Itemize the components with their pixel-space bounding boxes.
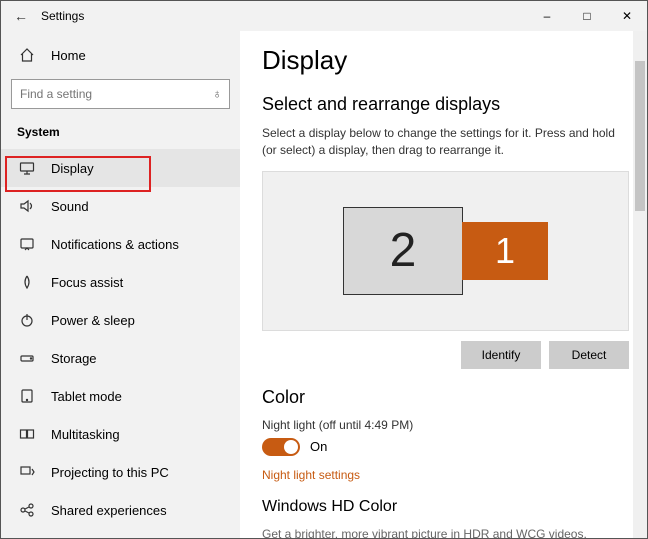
monitor-1[interactable]: 1	[462, 222, 548, 280]
sidebar-item-label: Storage	[51, 351, 97, 366]
monitor-2[interactable]: 2	[343, 207, 463, 295]
identify-button[interactable]: Identify	[461, 341, 541, 369]
back-button[interactable]: ←	[9, 8, 33, 24]
home-nav[interactable]: Home	[1, 37, 240, 73]
hd-color-title: Windows HD Color	[262, 498, 629, 516]
toggle-label: On	[310, 439, 327, 454]
focus-assist-icon	[17, 274, 37, 290]
sidebar: Home ♁ System Display Sound Notification…	[1, 31, 240, 538]
hd-color-desc: Get a brighter, more vibrant picture in …	[262, 526, 629, 538]
category-label: System	[1, 119, 240, 149]
sound-icon	[17, 198, 37, 214]
projecting-icon	[17, 464, 37, 480]
notifications-icon	[17, 236, 37, 252]
titlebar: ← Settings – □ ✕	[1, 1, 647, 31]
scrollbar[interactable]	[633, 31, 647, 538]
search-input[interactable]	[11, 79, 230, 109]
sidebar-item-label: Sound	[51, 199, 89, 214]
home-label: Home	[51, 48, 86, 63]
night-light-status: Night light (off until 4:49 PM)	[262, 418, 629, 432]
tablet-icon	[17, 388, 37, 404]
sidebar-item-focus-assist[interactable]: Focus assist	[1, 263, 240, 301]
sidebar-item-tablet[interactable]: Tablet mode	[1, 377, 240, 415]
sidebar-item-clipboard[interactable]: Clipboard	[1, 529, 240, 538]
sidebar-item-label: Tablet mode	[51, 389, 122, 404]
sidebar-item-label: Display	[51, 161, 94, 176]
sidebar-item-label: Shared experiences	[51, 503, 167, 518]
minimize-button[interactable]: –	[527, 1, 567, 31]
sidebar-item-projecting[interactable]: Projecting to this PC	[1, 453, 240, 491]
close-button[interactable]: ✕	[607, 1, 647, 31]
home-icon	[17, 47, 37, 63]
maximize-button[interactable]: □	[567, 1, 607, 31]
multitasking-icon	[17, 426, 37, 442]
arrange-desc: Select a display below to change the set…	[262, 125, 629, 159]
arrange-title: Select and rearrange displays	[262, 94, 629, 115]
power-icon	[17, 312, 37, 328]
display-icon	[17, 160, 37, 176]
sidebar-item-multitasking[interactable]: Multitasking	[1, 415, 240, 453]
sidebar-item-label: Focus assist	[51, 275, 123, 290]
sidebar-item-label: Power & sleep	[51, 313, 135, 328]
sidebar-item-shared[interactable]: Shared experiences	[1, 491, 240, 529]
page-title: Display	[262, 45, 629, 76]
shared-icon	[17, 502, 37, 518]
sidebar-item-display[interactable]: Display	[1, 149, 240, 187]
sidebar-item-notifications[interactable]: Notifications & actions	[1, 225, 240, 263]
storage-icon	[17, 350, 37, 366]
detect-button[interactable]: Detect	[549, 341, 629, 369]
sidebar-item-label: Multitasking	[51, 427, 120, 442]
window-title: Settings	[41, 9, 84, 23]
sidebar-item-power[interactable]: Power & sleep	[1, 301, 240, 339]
search-icon: ♁	[212, 86, 222, 101]
sidebar-item-storage[interactable]: Storage	[1, 339, 240, 377]
scrollbar-thumb[interactable]	[635, 61, 645, 211]
display-arrangement-area[interactable]: 2 1	[262, 171, 629, 331]
content-area: Display Select and rearrange displays Se…	[240, 31, 647, 538]
sidebar-item-label: Projecting to this PC	[51, 465, 169, 480]
sidebar-item-label: Notifications & actions	[51, 237, 179, 252]
night-light-settings-link[interactable]: Night light settings	[262, 468, 360, 482]
color-title: Color	[262, 387, 629, 408]
night-light-toggle[interactable]	[262, 438, 300, 456]
sidebar-item-sound[interactable]: Sound	[1, 187, 240, 225]
